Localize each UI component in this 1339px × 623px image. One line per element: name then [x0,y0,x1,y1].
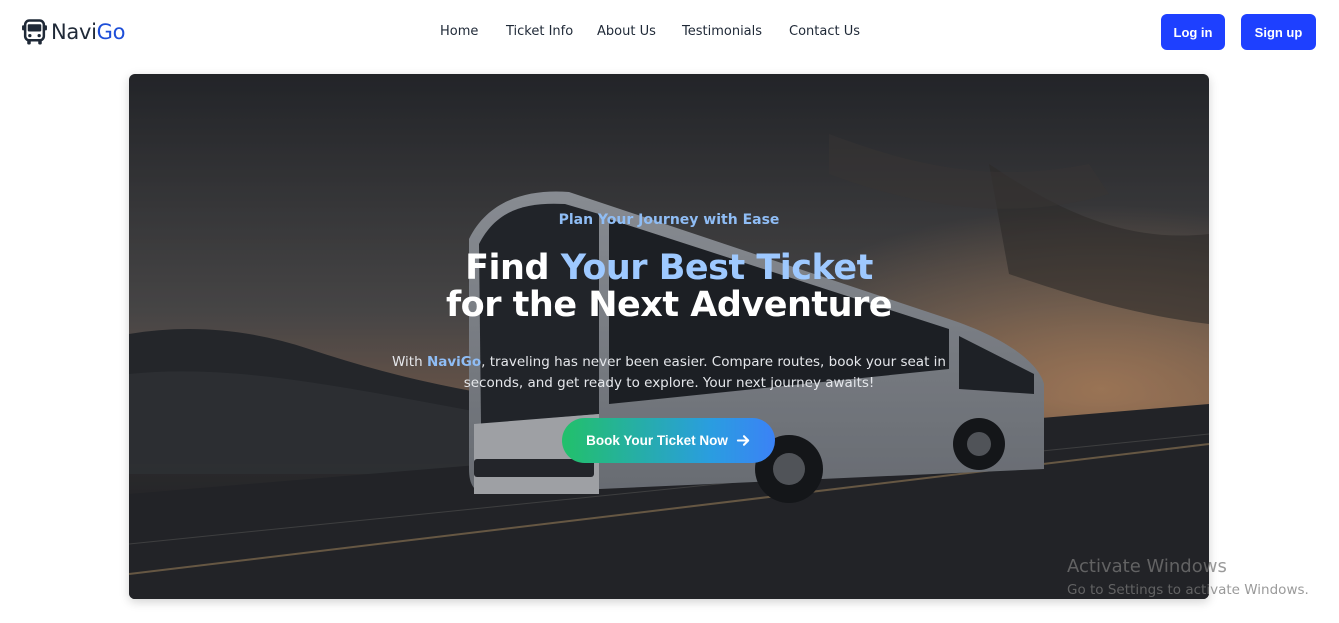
nav-item-home[interactable]: Home [440,22,478,42]
desc-brand: NaviGo [426,354,482,370]
hero-overlay [129,74,1209,599]
arrow-right-icon [736,435,750,446]
main-nav: Home Ticket Info About Us Testimonials C… [0,22,1339,42]
nav-item-about-us[interactable]: About Us [597,22,656,42]
desc-prefix: With [392,354,427,370]
activate-windows-title: Activate Windows [1067,556,1227,577]
nav-item-testimonials[interactable]: Testimonials [682,22,762,42]
headline-part1: Find [465,248,561,288]
nav-item-contact-us[interactable]: Contact Us [789,22,860,42]
hero-description: With NaviGo, traveling has never been ea… [391,352,947,394]
headline-highlight: Your Best Ticket [560,248,874,288]
activate-windows-subtitle: Go to Settings to activate Windows. [1067,582,1309,598]
book-ticket-button[interactable]: Book Your Ticket Now [562,418,775,463]
hero-tagline: Plan Your Journey with Ease [558,212,780,228]
nav-item-ticket-info[interactable]: Ticket Info [506,22,573,42]
hero-headline: Find Your Best Ticket for the Next Advent… [129,250,1209,324]
login-button[interactable]: Log in [1161,14,1225,50]
hero-banner: Plan Your Journey with Ease Find Your Be… [129,74,1209,599]
signup-button[interactable]: Sign up [1241,14,1316,50]
site-header: NaviGo Home Ticket Info About Us Testimo… [0,0,1339,64]
book-ticket-label: Book Your Ticket Now [586,433,728,448]
desc-rest: , traveling has never been easier. Compa… [463,354,946,391]
headline-line2: for the Next Adventure [445,285,893,325]
